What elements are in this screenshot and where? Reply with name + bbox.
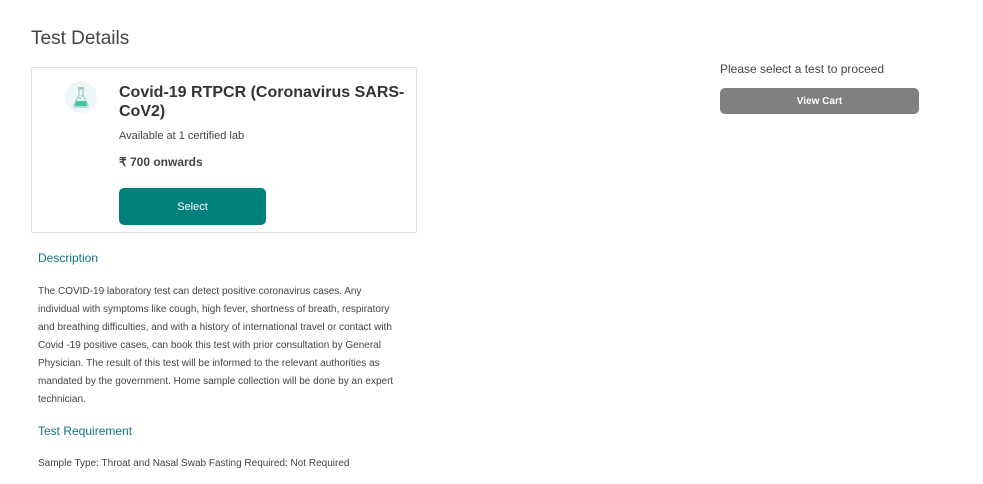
test-requirement-heading: Test Requirement xyxy=(38,424,133,438)
select-button[interactable]: Select xyxy=(119,188,266,225)
test-card: Covid-19 RTPCR (Coronavirus SARS-CoV2) A… xyxy=(31,67,417,233)
test-name: Covid-19 RTPCR (Coronavirus SARS-CoV2) xyxy=(119,84,405,120)
view-cart-button[interactable]: View Cart xyxy=(720,88,919,114)
cart-prompt: Please select a test to proceed xyxy=(720,62,885,76)
page-title: Test Details xyxy=(31,28,130,49)
description-text: The COVID-19 laboratory test can detect … xyxy=(38,286,394,405)
description-heading: Description xyxy=(38,251,99,265)
test-price: ₹ 700 onwards xyxy=(119,155,203,169)
test-requirement-text: Sample Type: Throat and Nasal Swab Fasti… xyxy=(38,458,350,469)
lab-availability: Available at 1 certified lab xyxy=(119,130,245,142)
lab-flask-icon xyxy=(65,81,97,113)
